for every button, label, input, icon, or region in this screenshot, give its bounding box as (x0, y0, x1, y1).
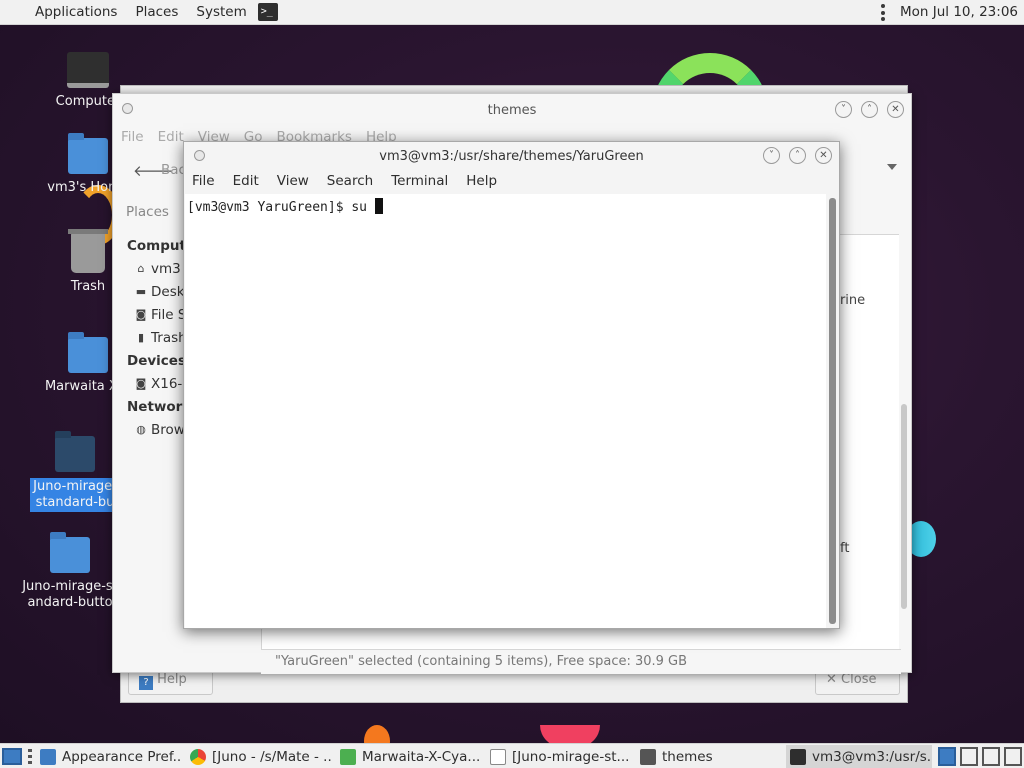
minimize-icon[interactable]: ˅ (835, 101, 852, 118)
trash-icon: ▮ (137, 331, 145, 344)
text-editor-icon (340, 748, 356, 765)
sidebar-item-home[interactable]: ⌂ vm3 (135, 261, 181, 277)
drive-icon: ◙ (135, 377, 147, 390)
menubar: File Edit View Search Terminal Help (192, 173, 515, 189)
bottom-taskbar: Appearance Pref... [Juno - /s/Mate - ...… (0, 743, 1024, 768)
sidebar-item-trash[interactable]: ▮ Trash (135, 330, 187, 346)
wallpaper-blob-decoration (364, 725, 390, 743)
prompt-text: [vm3@vm3 YaruGreen]$ su (187, 200, 375, 215)
menu-file[interactable]: File (121, 129, 144, 145)
close-button-label: Close (841, 672, 877, 687)
desktop-icon-label: Juno-mirage-standard-butto (22, 579, 118, 610)
home-folder-icon (68, 133, 108, 174)
desktop-icon-juno-folder[interactable]: Juno-mirage-standard-butto (20, 532, 120, 611)
window-title: vm3@vm3:/usr/share/themes/YaruGreen (379, 149, 644, 164)
help-icon: ? (139, 676, 153, 690)
terminal-launcher-icon[interactable]: >_ (257, 3, 278, 21)
menu-terminal[interactable]: Terminal (391, 173, 448, 189)
terminal-scrollbar[interactable] (829, 198, 836, 624)
applications-menu[interactable]: Applications (0, 4, 126, 20)
terminal-icon (790, 748, 806, 765)
desktop-icon-label: Juno-mirage-standard-bu (30, 478, 120, 512)
task-label: [Juno - /s/Mate - ... (212, 748, 332, 765)
window-menu-icon[interactable] (122, 103, 133, 114)
sidebar-item-label: vm3 (151, 261, 181, 277)
menu-edit[interactable]: Edit (233, 173, 259, 189)
menu-view[interactable]: View (277, 173, 309, 189)
workspace-1-switcher[interactable] (938, 747, 956, 766)
top-panel: Applications Places System >_ Mon Jul 10… (0, 0, 1024, 25)
menu-search[interactable]: Search (327, 173, 373, 189)
sidebar-item-label: Trash (151, 330, 187, 346)
folder-icon (68, 332, 108, 373)
window-title: themes (487, 103, 537, 118)
task-themes-file-manager[interactable]: themes (636, 745, 782, 768)
task-appearance-preferences[interactable]: Appearance Pref... (36, 745, 182, 768)
file-list-scrollbar[interactable] (901, 404, 907, 609)
sidebar-heading-devices: Devices (127, 353, 186, 369)
minimize-icon[interactable]: ˅ (763, 147, 780, 164)
close-window-icon[interactable]: ✕ (815, 147, 832, 164)
task-label: vm3@vm3:/usr/s... (812, 748, 932, 765)
chrome-icon (190, 748, 206, 765)
folder-icon (50, 532, 90, 573)
clock[interactable]: Mon Jul 10, 23:06 (900, 4, 1018, 20)
home-icon: ⌂ (137, 262, 145, 275)
workspace-2-switcher[interactable] (960, 747, 978, 766)
close-icon: ✕ (826, 672, 837, 687)
trash-icon (68, 229, 108, 273)
text-editor-icon (490, 748, 506, 765)
drive-icon: ◙ (135, 308, 147, 321)
terminal-window: vm3@vm3:/usr/share/themes/YaruGreen ˅ ˄ … (183, 141, 840, 629)
file-item-label: ft (840, 541, 850, 556)
wallpaper-blob-decoration (540, 725, 600, 743)
folder-icon (640, 748, 656, 765)
help-button-label: Help (157, 672, 187, 687)
terminal-output[interactable]: [vm3@vm3 YaruGreen]$ su (185, 194, 826, 628)
system-menu[interactable]: System (187, 4, 255, 20)
workspace-3-switcher[interactable] (982, 747, 1000, 766)
maximize-icon[interactable]: ˄ (861, 101, 878, 118)
workspace-4-switcher[interactable] (1004, 747, 1022, 766)
panel-menu-dots-icon[interactable] (881, 4, 885, 21)
maximize-icon[interactable]: ˄ (789, 147, 806, 164)
sidebar-heading-network: Network (127, 399, 192, 415)
menu-edit[interactable]: Edit (158, 129, 184, 145)
task-marwaita-editor[interactable]: Marwaita-X-Cya... (336, 745, 482, 768)
text-cursor (374, 198, 383, 214)
menu-help[interactable]: Help (466, 173, 497, 189)
menu-file[interactable]: File (192, 173, 215, 189)
desktop-icon-juno-folder-selected[interactable]: Juno-mirage-standard-bu (30, 431, 120, 512)
desktop-icon: ▬ (135, 285, 147, 298)
task-label: Marwaita-X-Cya... (362, 748, 481, 765)
task-label: [Juno-mirage-st... (512, 748, 630, 765)
task-label: Appearance Pref... (62, 748, 182, 765)
status-bar: "YaruGreen" selected (containing 5 items… (261, 649, 901, 674)
places-dropdown[interactable]: Places (126, 204, 169, 220)
task-juno-editor[interactable]: [Juno-mirage-st... (486, 745, 632, 768)
places-menu[interactable]: Places (126, 4, 187, 20)
task-chrome[interactable]: [Juno - /s/Mate - ... (186, 745, 332, 768)
appearance-icon (40, 748, 56, 765)
terminal-prompt-line: [vm3@vm3 YaruGreen]$ su (187, 198, 383, 215)
close-window-icon[interactable]: ✕ (887, 101, 904, 118)
network-globe-icon: ◍ (136, 423, 146, 436)
drag-handle-icon[interactable] (28, 749, 32, 764)
folder-icon (55, 431, 95, 472)
computer-icon (67, 52, 109, 88)
show-desktop-icon[interactable] (2, 748, 22, 765)
task-terminal[interactable]: vm3@vm3:/usr/s... (786, 745, 932, 768)
task-label: themes (662, 748, 713, 765)
chevron-down-icon[interactable] (887, 164, 897, 170)
